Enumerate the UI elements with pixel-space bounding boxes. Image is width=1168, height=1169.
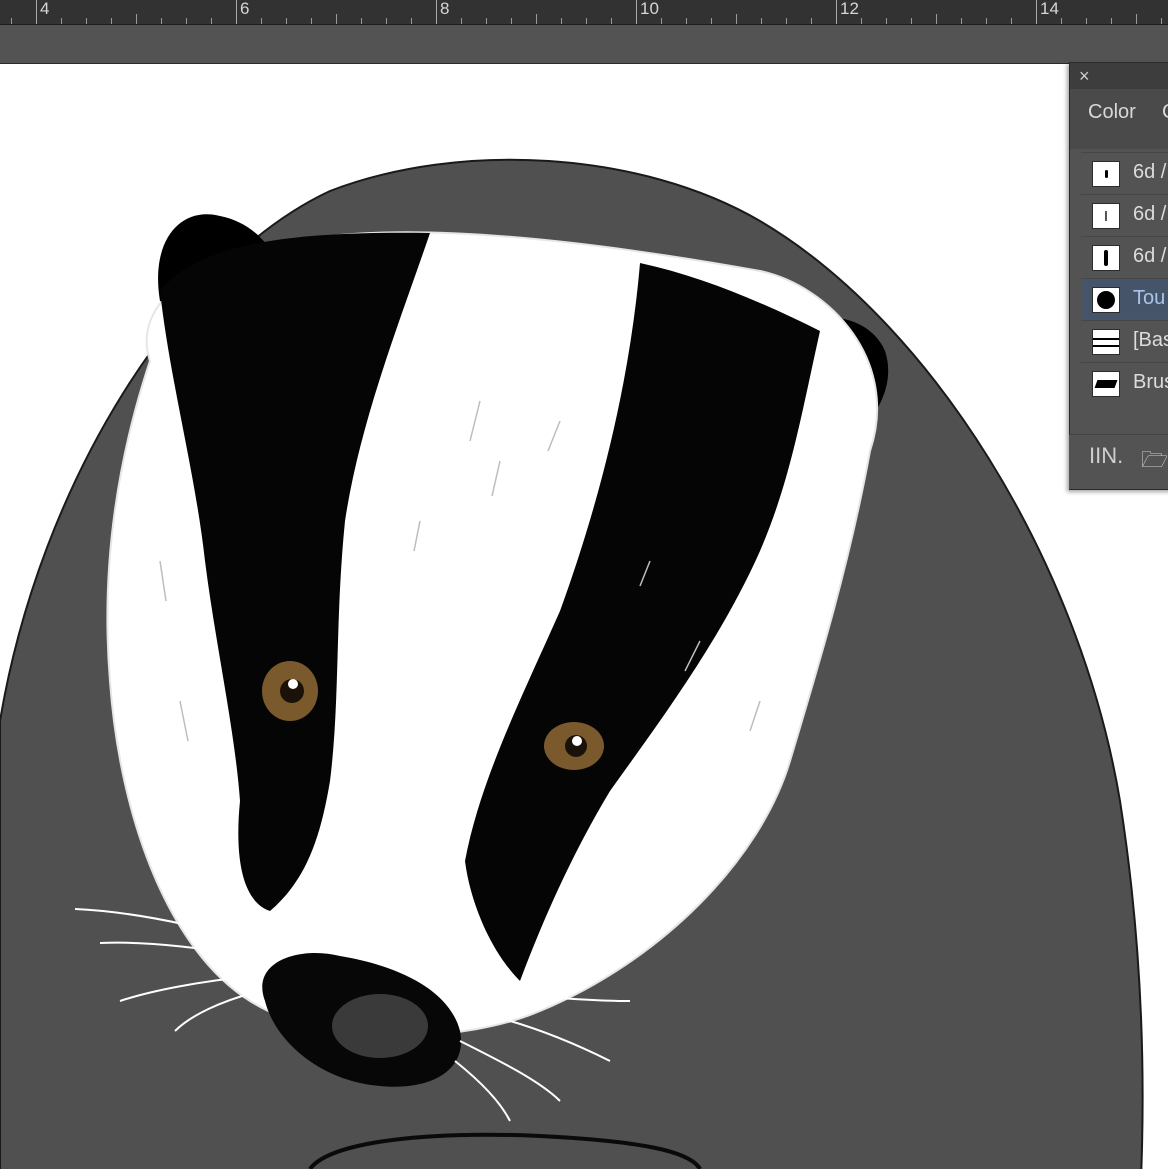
ruler-major-tick — [436, 0, 437, 24]
ruler-label: 4 — [40, 0, 50, 18]
oval-icon — [1092, 245, 1120, 271]
brush-row[interactable]: 6d / — [1081, 236, 1168, 277]
ruler-minor-tick — [336, 14, 337, 24]
badger-artwork[interactable] — [0, 63, 1168, 1169]
pasteboard[interactable] — [0, 25, 1168, 63]
brush-row[interactable]: 6d / — [1081, 194, 1168, 235]
brush-name: 6d / — [1133, 161, 1167, 183]
left-eye-highlight — [288, 679, 298, 689]
ruler-minor-tick — [461, 18, 462, 24]
brush-name: Tou — [1133, 287, 1166, 309]
ruler-minor-tick — [211, 18, 212, 24]
panel-tabs: Color C — [1070, 89, 1168, 149]
ruler-minor-tick — [486, 18, 487, 24]
ruler-minor-tick — [311, 18, 312, 24]
ruler-minor-tick — [811, 18, 812, 24]
ruler-label: 10 — [640, 0, 659, 18]
ruler-minor-tick — [61, 18, 62, 24]
ruler-minor-tick — [611, 18, 612, 24]
circle-fill-icon — [1092, 287, 1120, 313]
tab-color[interactable]: Color — [1088, 101, 1136, 124]
horizontal-ruler[interactable]: 4 6 8 10 12 14 — [0, 0, 1168, 25]
ruler-minor-tick — [1061, 18, 1062, 24]
ruler-minor-tick — [561, 18, 562, 24]
brush-row[interactable]: Brus — [1081, 362, 1168, 403]
ruler-minor-tick — [661, 18, 662, 24]
ruler-label: 8 — [440, 0, 450, 18]
ruler-minor-tick — [786, 18, 787, 24]
ruler-minor-tick — [686, 18, 687, 24]
right-eye-highlight — [572, 736, 582, 746]
ruler-minor-tick — [136, 14, 137, 24]
close-panel-button[interactable]: × — [1079, 65, 1090, 87]
ruler-minor-tick — [536, 14, 537, 24]
tab-next[interactable]: C — [1162, 101, 1168, 124]
brush-name: Brus — [1133, 371, 1168, 393]
ruler-minor-tick — [386, 18, 387, 24]
ruler-minor-tick — [861, 18, 862, 24]
ruler-label: 14 — [1040, 0, 1059, 18]
panel-title-bar[interactable]: × — [1070, 63, 1168, 89]
ruler-minor-tick — [886, 18, 887, 24]
ruler-minor-tick — [361, 18, 362, 24]
ruler-minor-tick — [761, 18, 762, 24]
brush-row-selected[interactable]: Tou — [1081, 278, 1168, 319]
brush-name: 6d / — [1133, 245, 1167, 267]
brush-library-icon[interactable]: IIN. — [1089, 443, 1123, 469]
ruler-minor-tick — [736, 14, 737, 24]
ruler-minor-tick — [511, 18, 512, 24]
ruler-label: 6 — [240, 0, 250, 18]
ruler-minor-tick — [111, 18, 112, 24]
ruler-major-tick — [1036, 0, 1037, 24]
ruler-minor-tick — [11, 18, 12, 24]
dot-small-icon — [1092, 161, 1120, 187]
ruler-minor-tick — [186, 18, 187, 24]
ruler-minor-tick — [1136, 14, 1137, 24]
folder-icon[interactable]: 🗁 — [1141, 443, 1168, 481]
ruler-minor-tick — [86, 18, 87, 24]
ruler-major-tick — [236, 0, 237, 24]
ruler-major-tick — [636, 0, 637, 24]
ruler-label: 12 — [840, 0, 859, 18]
nose-highlight — [332, 994, 428, 1058]
ruler-minor-tick — [261, 18, 262, 24]
brush-name: [Bas — [1133, 329, 1168, 351]
ruler-minor-tick — [986, 18, 987, 24]
ruler-minor-tick — [411, 18, 412, 24]
ruler-major-tick — [36, 0, 37, 24]
line-basic-icon — [1092, 329, 1120, 355]
ruler-minor-tick — [936, 14, 937, 24]
ruler-minor-tick — [711, 18, 712, 24]
dot-thin-icon — [1092, 203, 1120, 229]
ruler-minor-tick — [961, 18, 962, 24]
ruler-minor-tick — [286, 18, 287, 24]
brush-row[interactable]: 6d / — [1081, 152, 1168, 193]
brush-name: 6d / — [1133, 203, 1167, 225]
ruler-major-tick — [836, 0, 837, 24]
ruler-minor-tick — [1011, 18, 1012, 24]
brush-row[interactable]: [Bas — [1081, 320, 1168, 361]
brush-stroke-icon — [1092, 371, 1120, 397]
ruler-minor-tick — [911, 18, 912, 24]
ruler-minor-tick — [586, 18, 587, 24]
ruler-minor-tick — [161, 18, 162, 24]
panel-footer: IIN. 🗁 — [1069, 434, 1168, 489]
ruler-minor-tick — [1086, 18, 1087, 24]
ruler-minor-tick — [1111, 18, 1112, 24]
ruler-minor-tick — [1161, 18, 1162, 24]
artboard[interactable] — [0, 63, 1168, 1169]
